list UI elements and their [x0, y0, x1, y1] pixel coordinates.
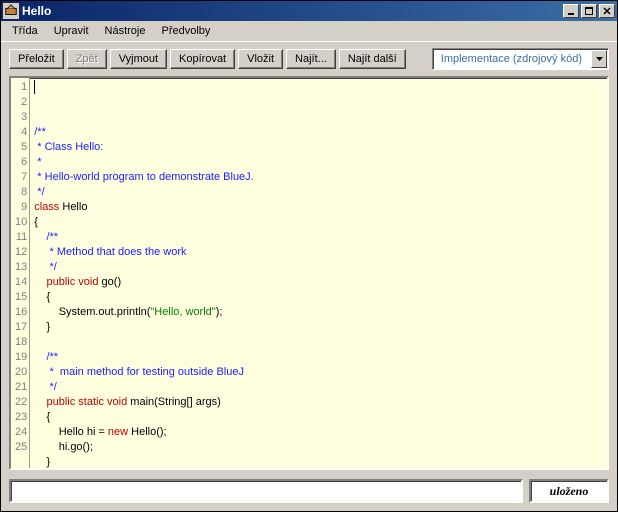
code-line[interactable]: * Hello-world program to demonstrate Blu…	[34, 170, 603, 185]
code-line[interactable]: * Class Hello:	[34, 140, 603, 155]
code-line[interactable]: /**	[34, 230, 603, 245]
menu-edit[interactable]: Upravit	[47, 23, 96, 39]
code-line[interactable]: public static void main(String[] args)	[34, 395, 603, 410]
window-controls	[561, 4, 615, 18]
menu-bar: Třída Upravit Nástroje Předvolby	[1, 21, 617, 41]
text-cursor	[34, 80, 35, 94]
title-bar[interactable]: Hello	[1, 1, 617, 21]
status-message	[9, 479, 523, 503]
toolbar: Přeložit Zpět Vyjmout Kopírovat Vložit N…	[1, 41, 617, 76]
code-line[interactable]: System.out.println("Hello, world");	[34, 305, 603, 320]
cut-button[interactable]: Vyjmout	[110, 49, 167, 69]
code-line[interactable]: * Method that does the work	[34, 245, 603, 260]
app-icon	[3, 3, 19, 19]
code-line[interactable]: */	[34, 260, 603, 275]
view-dropdown-text: Implementace (zdrojový kód)	[433, 53, 590, 65]
status-bar: uloženo	[1, 476, 617, 511]
compile-button[interactable]: Přeložit	[9, 49, 64, 69]
code-line[interactable]	[34, 335, 603, 350]
minimize-button[interactable]	[563, 4, 579, 18]
menu-prefs[interactable]: Předvolby	[155, 23, 218, 39]
code-area[interactable]: /** * Class Hello: * * Hello-world progr…	[30, 78, 607, 468]
close-button[interactable]	[599, 4, 615, 18]
menu-class[interactable]: Třída	[5, 23, 45, 39]
code-line[interactable]: /**	[34, 350, 603, 365]
chevron-down-icon[interactable]	[591, 50, 607, 68]
line-gutter: 1234567891011121314151617181920212223242…	[11, 78, 30, 468]
window-title: Hello	[22, 4, 561, 18]
undo-button[interactable]: Zpět	[67, 49, 107, 69]
code-line[interactable]: /**	[34, 125, 603, 140]
code-line[interactable]: *	[34, 155, 603, 170]
code-line[interactable]: {	[34, 215, 603, 230]
code-line[interactable]: * main method for testing outside BlueJ	[34, 365, 603, 380]
menu-tools[interactable]: Nástroje	[98, 23, 153, 39]
code-line[interactable]: {	[34, 410, 603, 425]
maximize-button[interactable]	[581, 4, 597, 18]
copy-button[interactable]: Kopírovat	[170, 49, 235, 69]
view-dropdown[interactable]: Implementace (zdrojový kód)	[432, 48, 609, 70]
code-line[interactable]: public void go()	[34, 275, 603, 290]
code-editor[interactable]: 1234567891011121314151617181920212223242…	[9, 76, 609, 470]
code-line[interactable]: }	[34, 455, 603, 468]
code-line[interactable]: */	[34, 380, 603, 395]
code-line[interactable]: class Hello	[34, 200, 603, 215]
code-line[interactable]: */	[34, 185, 603, 200]
find-button[interactable]: Najít...	[286, 49, 336, 69]
code-line[interactable]: Hello hi = new Hello();	[34, 425, 603, 440]
code-line[interactable]: }	[34, 320, 603, 335]
code-line[interactable]: hi.go();	[34, 440, 603, 455]
main-window: Hello Třída Upravit Nástroje Předvolby P…	[0, 0, 618, 512]
code-line[interactable]: {	[34, 290, 603, 305]
paste-button[interactable]: Vložit	[238, 49, 283, 69]
find-next-button[interactable]: Najít další	[339, 49, 406, 69]
save-status: uloženo	[529, 479, 609, 503]
